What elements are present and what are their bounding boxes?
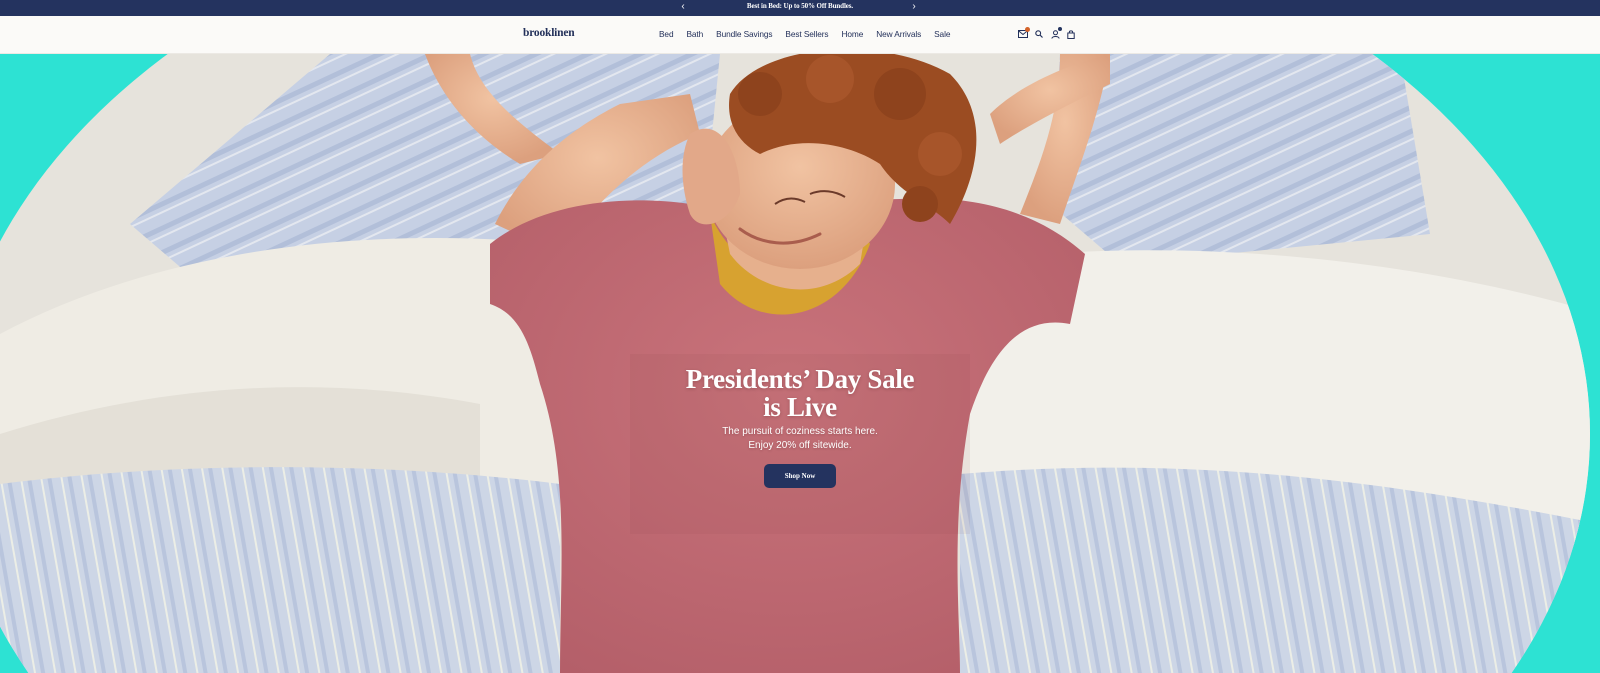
nav-item-bundle-savings[interactable]: Bundle Savings bbox=[716, 29, 772, 39]
nav-item-bed[interactable]: Bed bbox=[659, 29, 674, 39]
account-icon[interactable] bbox=[1047, 27, 1063, 41]
shopping-bag-icon[interactable] bbox=[1063, 27, 1079, 41]
header-icons bbox=[1015, 27, 1079, 41]
mail-badge bbox=[1025, 27, 1030, 32]
hero-title-line-1: Presidents’ Day Sale bbox=[685, 364, 915, 394]
hero-title: Presidents’ Day Sale is Live bbox=[600, 365, 1000, 421]
hero-subtitle-line-1: The pursuit of coziness starts here. bbox=[722, 426, 878, 437]
announcement-bar: ‹ Best in Bed: Up to 50% Off Bundles. › bbox=[0, 0, 1600, 16]
brand-logo[interactable]: brooklinen bbox=[523, 27, 575, 39]
hero-content: Presidents’ Day Sale is Live The pursuit… bbox=[600, 365, 1000, 488]
shop-now-button[interactable]: Shop Now bbox=[764, 464, 836, 488]
mail-icon[interactable] bbox=[1015, 27, 1031, 41]
nav-item-best-sellers[interactable]: Best Sellers bbox=[785, 29, 828, 39]
nav-item-bath[interactable]: Bath bbox=[686, 29, 703, 39]
hero-subtitle-line-2: Enjoy 20% off sitewide. bbox=[748, 440, 852, 451]
site-header: brooklinen Bed Bath Bundle Savings Best … bbox=[0, 16, 1600, 54]
search-icon[interactable] bbox=[1031, 27, 1047, 41]
hero-subtitle: The pursuit of coziness starts here. Enj… bbox=[600, 425, 1000, 453]
nav-item-sale[interactable]: Sale bbox=[934, 29, 950, 39]
main-nav: Bed Bath Bundle Savings Best Sellers Hom… bbox=[659, 29, 963, 39]
nav-item-new-arrivals[interactable]: New Arrivals bbox=[876, 29, 921, 39]
hero-banner: Presidents’ Day Sale is Live The pursuit… bbox=[0, 54, 1600, 673]
account-badge bbox=[1058, 27, 1062, 31]
announcement-text[interactable]: Best in Bed: Up to 50% Off Bundles. bbox=[0, 2, 1600, 10]
chevron-right-icon[interactable]: › bbox=[906, 0, 922, 16]
hero-title-line-2: is Live bbox=[763, 392, 837, 422]
nav-item-home[interactable]: Home bbox=[841, 29, 863, 39]
